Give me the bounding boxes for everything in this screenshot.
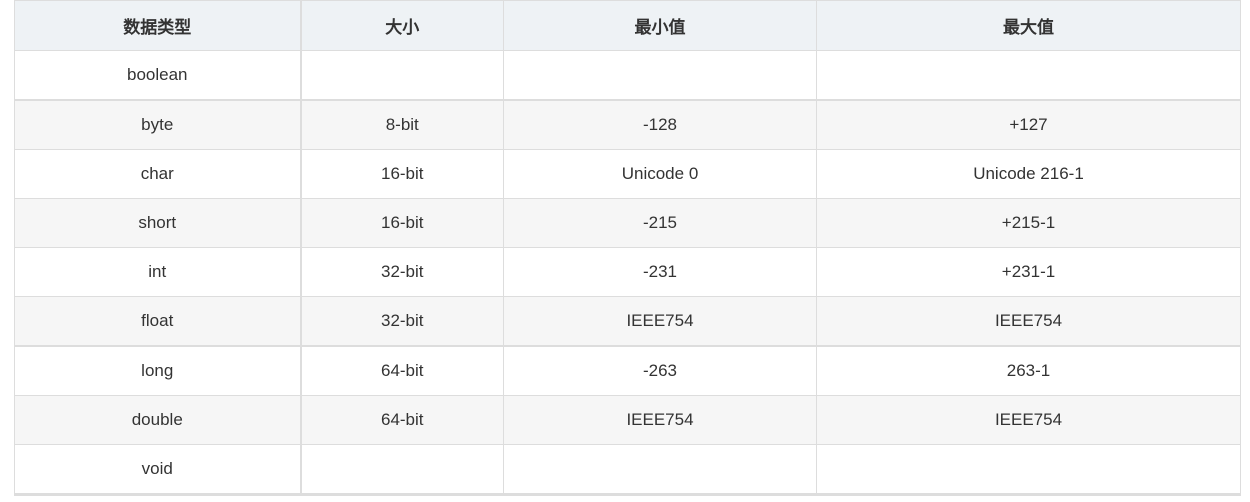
- cell-type: void: [14, 444, 302, 496]
- cell-type: boolean: [14, 50, 302, 101]
- cell-size: 16-bit: [300, 149, 504, 199]
- cell-min: [503, 50, 817, 101]
- cell-max: IEEE754: [816, 296, 1241, 347]
- cell-size: [300, 50, 504, 101]
- cell-max: [816, 444, 1241, 496]
- cell-size: 64-bit: [300, 345, 504, 396]
- table-header-row: 数据类型 大小 最小值 最大值: [14, 0, 1241, 51]
- header-min-value: 最小值: [503, 0, 817, 51]
- cell-max: IEEE754: [816, 395, 1241, 445]
- table-row: void: [14, 444, 1241, 496]
- cell-type: char: [14, 149, 302, 199]
- header-data-type: 数据类型: [14, 0, 302, 51]
- cell-size: 64-bit: [300, 395, 504, 445]
- cell-min: IEEE754: [503, 395, 817, 445]
- cell-min: -128: [503, 99, 817, 150]
- cell-size: 8-bit: [300, 99, 504, 150]
- cell-max: +231-1: [816, 247, 1241, 297]
- cell-type: int: [14, 247, 302, 297]
- table-row: double 64-bit IEEE754 IEEE754: [14, 395, 1241, 445]
- header-size: 大小: [300, 0, 504, 51]
- table-row: boolean: [14, 50, 1241, 101]
- cell-max: 263-1: [816, 345, 1241, 396]
- cell-max: Unicode 216-1: [816, 149, 1241, 199]
- cell-type: float: [14, 296, 302, 347]
- data-types-table: 数据类型 大小 最小值 最大值 boolean byte 8-bit -128 …: [14, 0, 1241, 496]
- cell-size: 16-bit: [300, 198, 504, 248]
- table-row: int 32-bit -231 +231-1: [14, 247, 1241, 297]
- cell-min: -231: [503, 247, 817, 297]
- cell-min: Unicode 0: [503, 149, 817, 199]
- table-row: short 16-bit -215 +215-1: [14, 198, 1241, 248]
- cell-type: byte: [14, 99, 302, 150]
- header-max-value: 最大值: [816, 0, 1241, 51]
- cell-max: [816, 50, 1241, 101]
- cell-max: +127: [816, 99, 1241, 150]
- cell-size: 32-bit: [300, 296, 504, 347]
- cell-min: -215: [503, 198, 817, 248]
- cell-size: [300, 444, 504, 496]
- cell-max: +215-1: [816, 198, 1241, 248]
- cell-type: short: [14, 198, 302, 248]
- cell-size: 32-bit: [300, 247, 504, 297]
- table-row: float 32-bit IEEE754 IEEE754: [14, 296, 1241, 347]
- cell-min: -263: [503, 345, 817, 396]
- table-row: long 64-bit -263 263-1: [14, 345, 1241, 396]
- cell-min: [503, 444, 817, 496]
- cell-type: long: [14, 345, 302, 396]
- cell-type: double: [14, 395, 302, 445]
- cell-min: IEEE754: [503, 296, 817, 347]
- table-row: char 16-bit Unicode 0 Unicode 216-1: [14, 149, 1241, 199]
- table-row: byte 8-bit -128 +127: [14, 99, 1241, 150]
